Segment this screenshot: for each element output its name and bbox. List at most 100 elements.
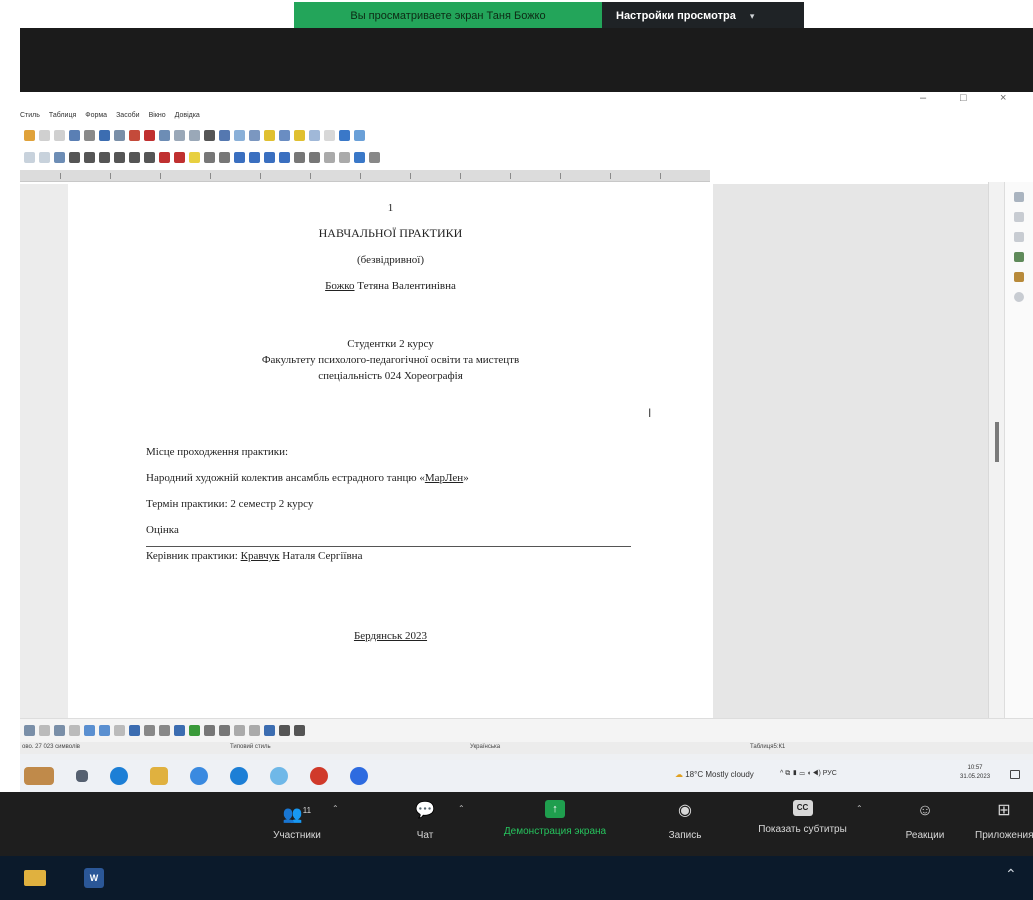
cell-top-icon[interactable]	[114, 725, 125, 736]
footnote-icon[interactable]	[234, 129, 245, 141]
image-icon[interactable]	[129, 129, 140, 141]
border-style-icon[interactable]	[159, 725, 170, 736]
shapes-icon[interactable]	[339, 129, 350, 141]
percent-icon[interactable]	[204, 725, 215, 736]
task-view-icon[interactable]	[76, 770, 88, 782]
redo-icon[interactable]	[54, 129, 65, 141]
borders-icon[interactable]	[144, 725, 155, 736]
vertical-scrollbar[interactable]	[988, 182, 1004, 722]
sort-icon[interactable]	[249, 725, 260, 736]
file-explorer-icon[interactable]	[150, 767, 168, 785]
telegram-icon[interactable]	[270, 767, 288, 785]
special-character-icon[interactable]	[204, 129, 215, 141]
number-format-icon[interactable]	[189, 725, 200, 736]
opera-icon[interactable]	[310, 767, 328, 785]
participants-button[interactable]: 👥11 Участники ⌃	[252, 800, 342, 841]
font-color-dropdown-icon[interactable]	[174, 151, 185, 163]
track-changes-icon[interactable]	[309, 129, 320, 141]
header-footer-icon[interactable]	[249, 129, 260, 141]
chat-button[interactable]: 💬 Чат ⌃	[400, 800, 465, 841]
notifications-icon[interactable]	[1010, 770, 1020, 779]
draw-functions-icon[interactable]	[354, 129, 365, 141]
maximize-icon[interactable]: □	[960, 92, 967, 104]
underline-icon[interactable]	[99, 151, 110, 163]
landscape-thumbnail-icon[interactable]	[24, 767, 54, 785]
status-page-style[interactable]: Типовий стиль	[230, 744, 271, 750]
indent-icon[interactable]	[324, 151, 335, 163]
outdent-icon[interactable]	[339, 151, 350, 163]
share-screen-button[interactable]: ↑ Демонстрация экрана	[480, 800, 630, 837]
page-break-icon[interactable]	[174, 129, 185, 141]
insert-chart-icon[interactable]	[264, 725, 275, 736]
find-icon[interactable]	[69, 129, 80, 141]
captions-button[interactable]: CC Показать субтитры ⌃	[740, 800, 865, 835]
highlight-icon[interactable]	[189, 151, 200, 163]
decimal-icon[interactable]	[219, 725, 230, 736]
spellcheck-icon[interactable]	[84, 129, 95, 141]
undo-icon[interactable]	[39, 129, 50, 141]
paint-icon[interactable]	[24, 129, 35, 141]
menu-item-table[interactable]: Таблиця	[49, 112, 76, 119]
menu-item-style[interactable]: Стиль	[20, 112, 40, 119]
pencil-icon[interactable]	[369, 151, 380, 163]
gallery-icon[interactable]	[1014, 232, 1024, 242]
bookmark-icon[interactable]	[264, 129, 275, 141]
subscript-icon[interactable]	[144, 151, 155, 163]
chevron-up-icon[interactable]: ⌃	[856, 804, 863, 813]
word-icon[interactable]: W	[84, 868, 104, 888]
status-language[interactable]: Українська	[470, 744, 500, 750]
chevron-up-icon[interactable]: ⌃	[458, 804, 465, 813]
paragraph-spacing-icon[interactable]	[309, 151, 320, 163]
formula-icon[interactable]	[294, 725, 305, 736]
cross-reference-icon[interactable]	[279, 129, 290, 141]
align-right-icon[interactable]	[264, 151, 275, 163]
apps-button[interactable]: ⊞ Приложения	[975, 800, 1033, 841]
chart-icon[interactable]	[144, 129, 155, 141]
formatting-marks-icon[interactable]	[99, 129, 110, 141]
hyperlink-icon[interactable]	[219, 129, 230, 141]
table-properties-icon[interactable]	[234, 725, 245, 736]
superscript-icon[interactable]	[129, 151, 140, 163]
chrome-icon[interactable]	[190, 767, 208, 785]
table-column-icon[interactable]	[54, 725, 65, 736]
horizontal-ruler[interactable]	[20, 170, 710, 182]
cell-center-icon[interactable]	[129, 725, 140, 736]
table-row-icon[interactable]	[39, 725, 50, 736]
merge-cells-icon[interactable]	[69, 725, 80, 736]
table-insert-icon[interactable]	[24, 725, 35, 736]
field-icon[interactable]	[189, 129, 200, 141]
menu-item-form[interactable]: Форма	[85, 112, 107, 119]
compass-icon[interactable]	[1014, 292, 1024, 302]
justify-icon[interactable]	[279, 151, 290, 163]
styles-icon[interactable]	[54, 151, 65, 163]
menu-item-tools[interactable]: Засоби	[116, 112, 140, 119]
edge-icon[interactable]	[110, 767, 128, 785]
cell-align-icon[interactable]	[99, 725, 110, 736]
align-left-icon[interactable]	[234, 151, 245, 163]
close-icon[interactable]: ×	[1000, 92, 1006, 104]
chevron-up-icon[interactable]: ⌃	[332, 804, 339, 813]
italic-icon[interactable]	[84, 151, 95, 163]
navigator-icon[interactable]	[1014, 272, 1024, 282]
menu-item-window[interactable]: Вікно	[149, 112, 166, 119]
align-center-icon[interactable]	[249, 151, 260, 163]
minimize-icon[interactable]: –	[920, 92, 926, 104]
system-tray[interactable]: ^ ⧉ ▮ ▭ ◖ ◀) РУС	[780, 770, 837, 778]
properties-icon[interactable]	[1014, 192, 1024, 202]
table-icon[interactable]	[114, 129, 125, 141]
view-settings-button[interactable]: Настройки просмотра ▾	[602, 2, 804, 30]
background-color-icon[interactable]	[174, 725, 185, 736]
menu-item-help[interactable]: Довідка	[175, 112, 200, 119]
file-explorer-icon[interactable]	[24, 870, 46, 886]
split-cells-icon[interactable]	[84, 725, 95, 736]
strikethrough-icon[interactable]	[114, 151, 125, 163]
zoom-app-icon[interactable]	[350, 767, 368, 785]
numbering-icon[interactable]	[219, 151, 230, 163]
styles-panel-icon[interactable]	[1014, 212, 1024, 222]
scrollbar-thumb[interactable]	[995, 422, 999, 462]
reactions-button[interactable]: ☺ Реакции	[890, 800, 960, 841]
bold-icon[interactable]	[69, 151, 80, 163]
font-color-icon[interactable]	[159, 151, 170, 163]
page-panel-icon[interactable]	[1014, 252, 1024, 262]
store-icon[interactable]	[230, 767, 248, 785]
